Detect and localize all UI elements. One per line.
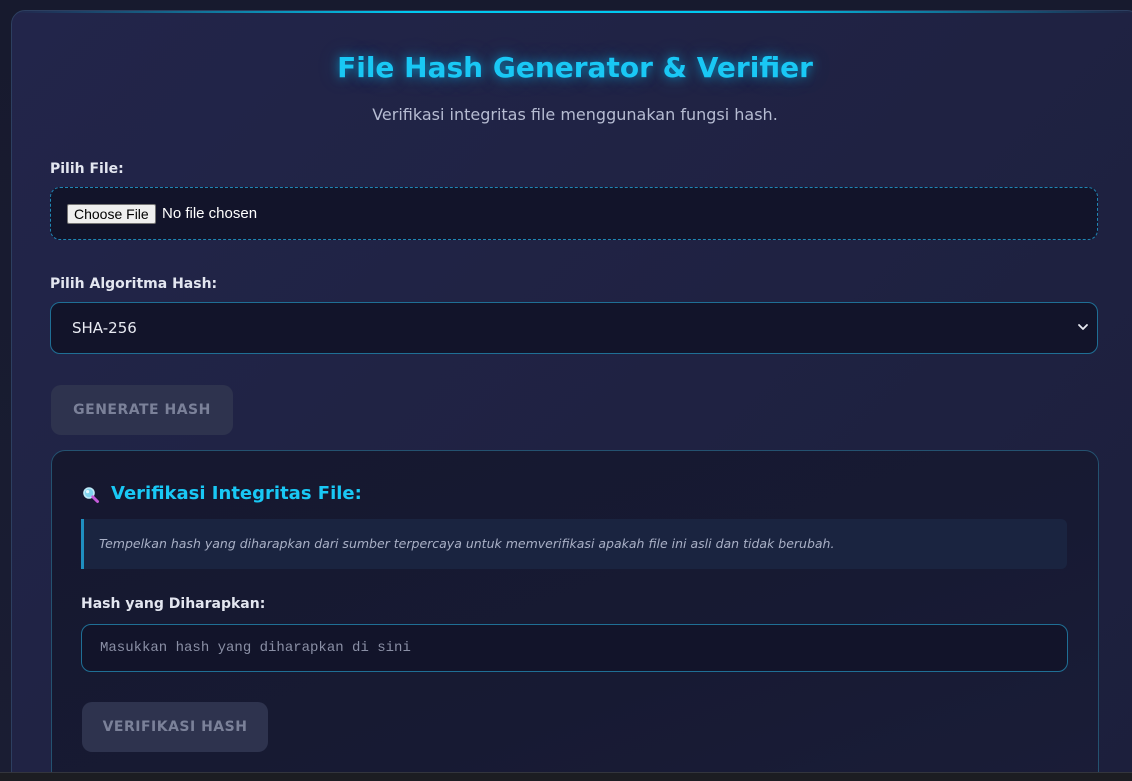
choose-file-button[interactable]: Choose File [67,204,156,224]
magnifier-icon [83,487,99,503]
main-card: File Hash Generator & Verifier Verifikas… [11,10,1132,781]
expected-hash-label: Hash yang Diharapkan: [81,596,266,612]
file-status-text: No file chosen [162,205,258,222]
page-subtitle: Verifikasi integritas file menggunakan f… [372,105,778,124]
algorithm-label: Pilih Algoritma Hash: [50,276,218,292]
page-title: File Hash Generator & Verifier [337,51,813,84]
page: File Hash Generator & Verifier Verifikas… [0,0,1132,781]
taskbar-strip [0,772,1132,781]
algorithm-selected-value: SHA-256 [72,319,137,337]
file-label: Pilih File: [50,161,124,177]
algorithm-select[interactable]: SHA-256 [50,302,1098,354]
verify-panel: Verifikasi Integritas File: Tempelkan ha… [51,450,1099,781]
file-input[interactable]: Choose File No file chosen [50,187,1098,240]
generate-hash-button[interactable]: GENERATE HASH [51,385,233,435]
verify-info-note: Tempelkan hash yang diharapkan dari sumb… [81,519,1067,569]
verify-hash-button[interactable]: VERIFIKASI HASH [82,702,268,752]
expected-hash-input[interactable] [81,624,1068,672]
chevron-down-icon [1078,324,1088,330]
verify-info-text: Tempelkan hash yang diharapkan dari sumb… [99,536,835,551]
verify-heading: Verifikasi Integritas File: [111,483,362,504]
